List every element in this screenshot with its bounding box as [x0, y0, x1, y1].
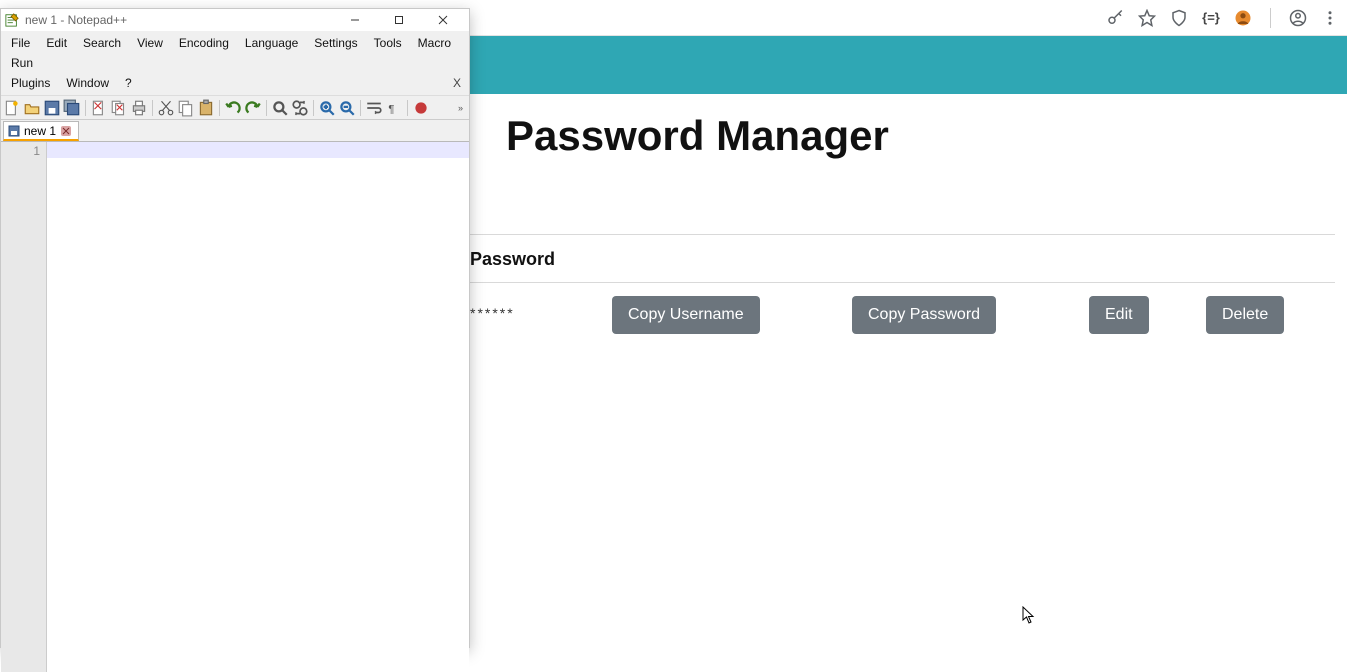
titlebar[interactable]: new 1 - Notepad++ [1, 9, 469, 31]
svg-text:¶: ¶ [388, 103, 394, 115]
disk-icon [8, 125, 20, 137]
menu-view[interactable]: View [129, 33, 171, 53]
editor-content[interactable] [47, 142, 469, 672]
menu-encoding[interactable]: Encoding [171, 33, 237, 53]
braces-icon[interactable]: {=} [1202, 9, 1220, 27]
toolbar-divider [1270, 8, 1271, 28]
show-all-chars-icon[interactable]: ¶ [385, 99, 403, 117]
password-masked: ****** [470, 305, 515, 321]
kebab-menu-icon[interactable] [1321, 9, 1339, 27]
page-title: Password Manager [506, 112, 889, 160]
menu-overflow[interactable]: X [447, 74, 467, 92]
word-wrap-icon[interactable] [365, 99, 383, 117]
menu-window[interactable]: Window [58, 73, 117, 93]
shield-icon[interactable] [1170, 9, 1188, 27]
notepadpp-window: new 1 - Notepad++ File Edit Search View … [0, 8, 470, 648]
key-icon[interactable] [1106, 9, 1124, 27]
account-icon[interactable] [1289, 9, 1307, 27]
close-all-icon[interactable] [110, 99, 128, 117]
menu-help[interactable]: ? [117, 73, 140, 93]
replace-icon[interactable] [291, 99, 309, 117]
save-all-icon[interactable] [63, 99, 81, 117]
notepadpp-logo-icon [5, 13, 19, 27]
delete-button[interactable]: Delete [1206, 296, 1284, 334]
cut-icon[interactable] [157, 99, 175, 117]
window-title: new 1 - Notepad++ [25, 13, 333, 27]
copy-icon[interactable] [177, 99, 195, 117]
menu-edit[interactable]: Edit [38, 33, 75, 53]
menu-settings[interactable]: Settings [306, 33, 365, 53]
section-header-password: Password [470, 249, 555, 270]
tab-bar: new 1 [1, 120, 469, 142]
file-tab-label: new 1 [24, 124, 56, 138]
open-file-icon[interactable] [23, 99, 41, 117]
editor-area: 1 [1, 142, 469, 672]
menu-file[interactable]: File [3, 33, 38, 53]
menu-tools[interactable]: Tools [366, 33, 410, 53]
edit-button[interactable]: Edit [1089, 296, 1149, 334]
profile-badge-icon[interactable] [1234, 9, 1252, 27]
print-icon[interactable] [130, 99, 148, 117]
menu-search[interactable]: Search [75, 33, 129, 53]
undo-icon[interactable] [224, 99, 242, 117]
current-line-highlight [47, 142, 469, 158]
mouse-cursor-icon [1022, 606, 1035, 625]
line-number: 1 [1, 144, 40, 160]
menubar: File Edit Search View Encoding Language … [1, 31, 469, 96]
find-icon[interactable] [271, 99, 289, 117]
password-row: ****** Copy Username Copy Password Edit … [470, 294, 1335, 336]
divider [470, 282, 1335, 283]
new-file-icon[interactable] [3, 99, 21, 117]
divider [470, 234, 1335, 235]
menu-macro[interactable]: Macro [410, 33, 459, 53]
copy-username-button[interactable]: Copy Username [612, 296, 760, 334]
close-file-icon[interactable] [90, 99, 108, 117]
menu-language[interactable]: Language [237, 33, 306, 53]
file-tab-new1[interactable]: new 1 [3, 121, 79, 141]
redo-icon[interactable] [244, 99, 262, 117]
save-icon[interactable] [43, 99, 61, 117]
tab-close-icon[interactable] [60, 125, 72, 137]
record-macro-icon[interactable] [412, 99, 430, 117]
menu-run[interactable]: Run [3, 53, 41, 73]
star-icon[interactable] [1138, 9, 1156, 27]
close-button[interactable] [421, 9, 465, 31]
toolbar: ¶ » [1, 96, 469, 120]
zoom-in-icon[interactable] [318, 99, 336, 117]
maximize-button[interactable] [377, 9, 421, 31]
line-number-gutter: 1 [1, 142, 47, 672]
copy-password-button[interactable]: Copy Password [852, 296, 996, 334]
zoom-out-icon[interactable] [338, 99, 356, 117]
toolbar-overflow-icon[interactable]: » [458, 103, 467, 113]
minimize-button[interactable] [333, 9, 377, 31]
menu-plugins[interactable]: Plugins [3, 73, 58, 93]
paste-icon[interactable] [197, 99, 215, 117]
